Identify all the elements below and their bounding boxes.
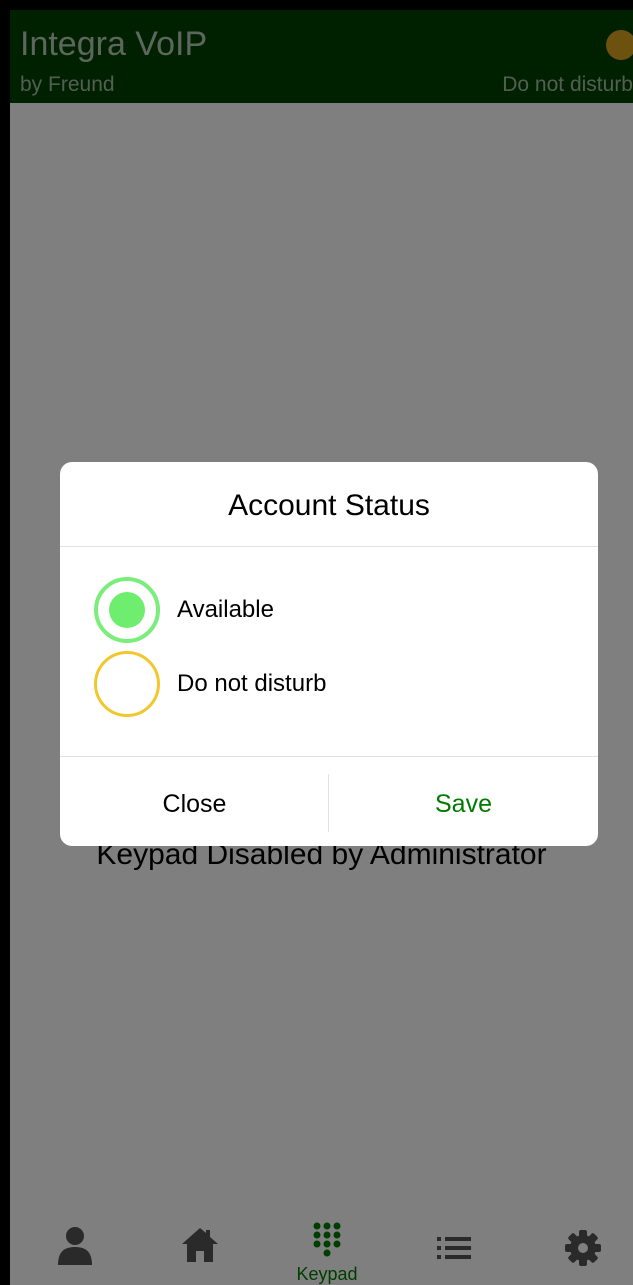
close-button[interactable]: Close (60, 774, 329, 834)
option-label-available: Available (177, 596, 274, 623)
save-button[interactable]: Save (329, 774, 598, 834)
option-label-do-not-disturb: Do not disturb (177, 670, 327, 697)
status-option-do-not-disturb[interactable]: Do not disturb (94, 651, 574, 717)
dialog-footer-divider (60, 756, 598, 757)
dialog-title: Account Status (228, 489, 430, 522)
radio-selected-icon[interactable] (94, 577, 160, 643)
app-screen: Integra VoIP by Freund Do not disturb Ke… (10, 10, 633, 1285)
radio-unselected-icon[interactable] (94, 651, 160, 717)
radio-dot-icon (109, 592, 145, 628)
account-status-dialog: Account Status Available Do not disturb … (60, 462, 598, 846)
status-option-available[interactable]: Available (94, 577, 574, 643)
dialog-divider (60, 546, 598, 547)
